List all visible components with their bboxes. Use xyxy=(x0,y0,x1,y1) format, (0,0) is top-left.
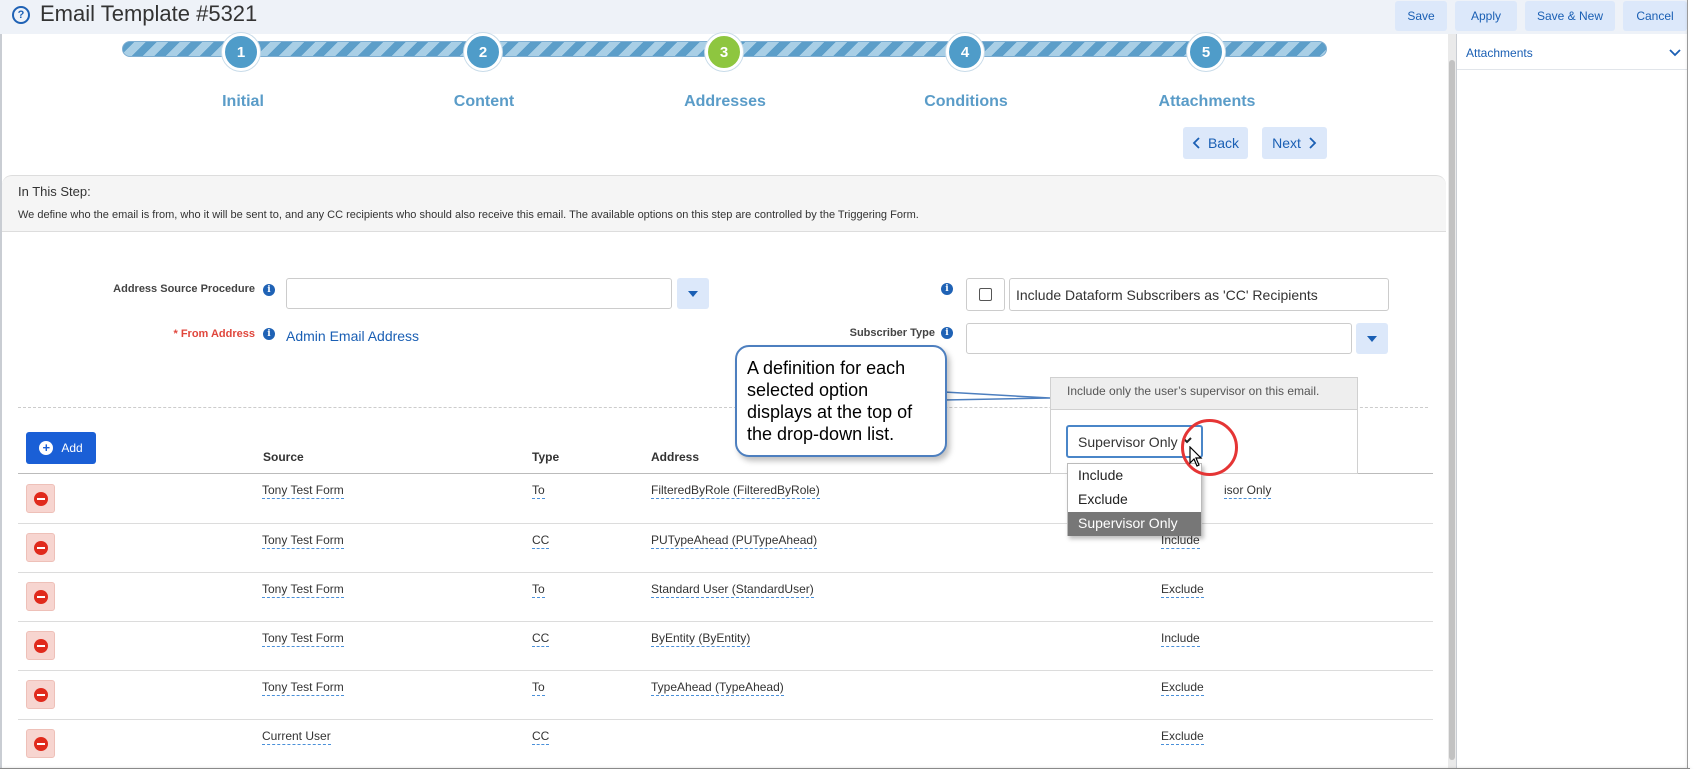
next-button-label: Next xyxy=(1272,135,1301,151)
address-source-input[interactable] xyxy=(286,278,672,309)
minus-circle-icon xyxy=(33,736,48,751)
content-left-border xyxy=(0,34,2,769)
minus-circle-icon xyxy=(33,687,48,702)
table-cell-source[interactable]: Tony Test Form xyxy=(262,533,344,549)
table-cell-supervisor[interactable]: isor Only xyxy=(1224,483,1272,499)
step-5-circle[interactable]: 5 xyxy=(1187,33,1225,71)
step-label-content[interactable]: Content xyxy=(404,93,564,111)
remove-row-button[interactable] xyxy=(26,729,55,758)
include-subscribers-checkbox[interactable] xyxy=(979,288,992,301)
subscriber-type-dropdown-button[interactable] xyxy=(1356,323,1388,354)
from-address-link[interactable]: Admin Email Address xyxy=(286,328,419,344)
remove-row-button[interactable] xyxy=(26,582,55,611)
step-info-text: We define who the email is from, who it … xyxy=(18,209,919,221)
step-label-conditions[interactable]: Conditions xyxy=(886,93,1046,111)
minus-circle-icon xyxy=(33,589,48,604)
table-cell-address[interactable]: ByEntity (ByEntity) xyxy=(651,631,751,647)
table-cell-type[interactable]: To xyxy=(532,483,545,499)
plus-circle-icon: + xyxy=(39,441,54,455)
table-cell-source[interactable]: Tony Test Form xyxy=(262,680,344,696)
step-label-attachments[interactable]: Attachments xyxy=(1127,93,1287,111)
option-supervisor-only[interactable]: Supervisor Only xyxy=(1068,512,1201,536)
frame-margin xyxy=(1688,0,1695,781)
step-2-circle[interactable]: 2 xyxy=(464,33,502,71)
table-cell-source[interactable]: Current User xyxy=(262,729,331,745)
add-button[interactable]: + Add xyxy=(26,432,96,464)
table-cell-supervisor[interactable]: Exclude xyxy=(1161,680,1204,696)
table-cell-address[interactable]: Standard User (StandardUser) xyxy=(651,582,814,598)
table-cell-type[interactable]: CC xyxy=(532,631,550,647)
step-info-panel xyxy=(2,175,1446,232)
table-row-divider xyxy=(18,523,1433,524)
option-include[interactable]: Include xyxy=(1068,464,1201,488)
address-source-label: Address Source Procedure xyxy=(113,283,255,295)
scrollbar-thumb[interactable] xyxy=(1449,60,1455,760)
minus-circle-icon xyxy=(33,638,48,653)
step-label-addresses[interactable]: Addresses xyxy=(645,93,805,111)
from-address-label: * From Address xyxy=(173,328,255,340)
frame-margin xyxy=(0,769,1695,781)
cancel-button[interactable]: Cancel xyxy=(1623,1,1687,31)
table-row-divider xyxy=(18,621,1433,622)
table-cell-supervisor[interactable]: Exclude xyxy=(1161,582,1204,598)
annotation-callout: A definition for each selected option di… xyxy=(735,345,947,457)
mouse-cursor-icon xyxy=(1189,446,1203,467)
help-icon[interactable]: ? xyxy=(12,6,30,24)
remove-row-button[interactable] xyxy=(26,484,55,513)
option-exclude[interactable]: Exclude xyxy=(1068,488,1201,512)
right-panel xyxy=(1457,34,1695,769)
subscriber-type-label: Subscriber Type xyxy=(849,327,935,339)
table-cell-supervisor[interactable]: Include xyxy=(1161,631,1200,647)
option-definition-text: Include only the user’s supervisor on th… xyxy=(1051,378,1357,410)
back-button[interactable]: Back xyxy=(1183,127,1248,159)
table-cell-type[interactable]: CC xyxy=(532,729,550,745)
include-subscribers-checkbox-wrap[interactable] xyxy=(966,278,1005,311)
remove-row-button[interactable] xyxy=(26,533,55,562)
address-source-dropdown-button[interactable] xyxy=(677,278,709,309)
step-4-circle[interactable]: 4 xyxy=(946,33,984,71)
chevron-left-icon xyxy=(1192,137,1200,149)
step-info-title: In This Step: xyxy=(18,184,91,199)
attachments-panel-header[interactable]: Attachments xyxy=(1457,36,1689,70)
table-cell-address[interactable]: PUTypeAhead (PUTypeAhead) xyxy=(651,533,818,549)
column-header-type[interactable]: Type xyxy=(532,450,559,464)
table-cell-source[interactable]: Tony Test Form xyxy=(262,483,344,499)
back-button-label: Back xyxy=(1207,135,1240,151)
save-and-new-button[interactable]: Save & New xyxy=(1525,1,1615,31)
info-icon[interactable]: i xyxy=(263,328,275,340)
column-header-source[interactable]: Source xyxy=(263,450,304,464)
minus-circle-icon xyxy=(33,540,48,555)
table-cell-address[interactable]: FilteredByRole (FilteredByRole) xyxy=(651,483,820,499)
step-label-initial[interactable]: Initial xyxy=(163,93,323,111)
table-cell-address[interactable]: TypeAhead (TypeAhead) xyxy=(651,680,784,696)
table-cell-type[interactable]: To xyxy=(532,680,545,696)
table-cell-source[interactable]: Tony Test Form xyxy=(262,582,344,598)
table-cell-type[interactable]: CC xyxy=(532,533,550,549)
table-row-divider xyxy=(18,670,1433,671)
save-button[interactable]: Save xyxy=(1395,1,1447,31)
step-1-circle[interactable]: 1 xyxy=(222,33,260,71)
table-cell-source[interactable]: Tony Test Form xyxy=(262,631,344,647)
table-cell-supervisor[interactable]: Exclude xyxy=(1161,729,1204,745)
info-icon[interactable]: i xyxy=(941,327,953,339)
apply-button[interactable]: Apply xyxy=(1455,1,1517,31)
subscriber-type-input[interactable] xyxy=(966,323,1352,354)
step-3-circle[interactable]: 3 xyxy=(705,33,743,71)
table-row-divider xyxy=(18,719,1433,720)
remove-row-button[interactable] xyxy=(26,680,55,709)
include-subscribers-label: Include Dataform Subscribers as 'CC' Rec… xyxy=(1009,278,1389,311)
table-row-divider xyxy=(18,572,1433,573)
page-title: Email Template #5321 xyxy=(40,1,258,26)
column-header-address[interactable]: Address xyxy=(651,450,699,464)
add-button-label: Add xyxy=(61,441,83,455)
next-button[interactable]: Next xyxy=(1262,127,1327,159)
table-cell-type[interactable]: To xyxy=(532,582,545,598)
info-icon[interactable]: i xyxy=(941,283,953,295)
minus-circle-icon xyxy=(33,491,48,506)
chevron-down-icon xyxy=(1669,48,1681,56)
info-icon[interactable]: i xyxy=(263,284,275,296)
chevron-right-icon xyxy=(1309,137,1317,149)
attachments-panel-title: Attachments xyxy=(1466,45,1533,60)
remove-row-button[interactable] xyxy=(26,631,55,660)
